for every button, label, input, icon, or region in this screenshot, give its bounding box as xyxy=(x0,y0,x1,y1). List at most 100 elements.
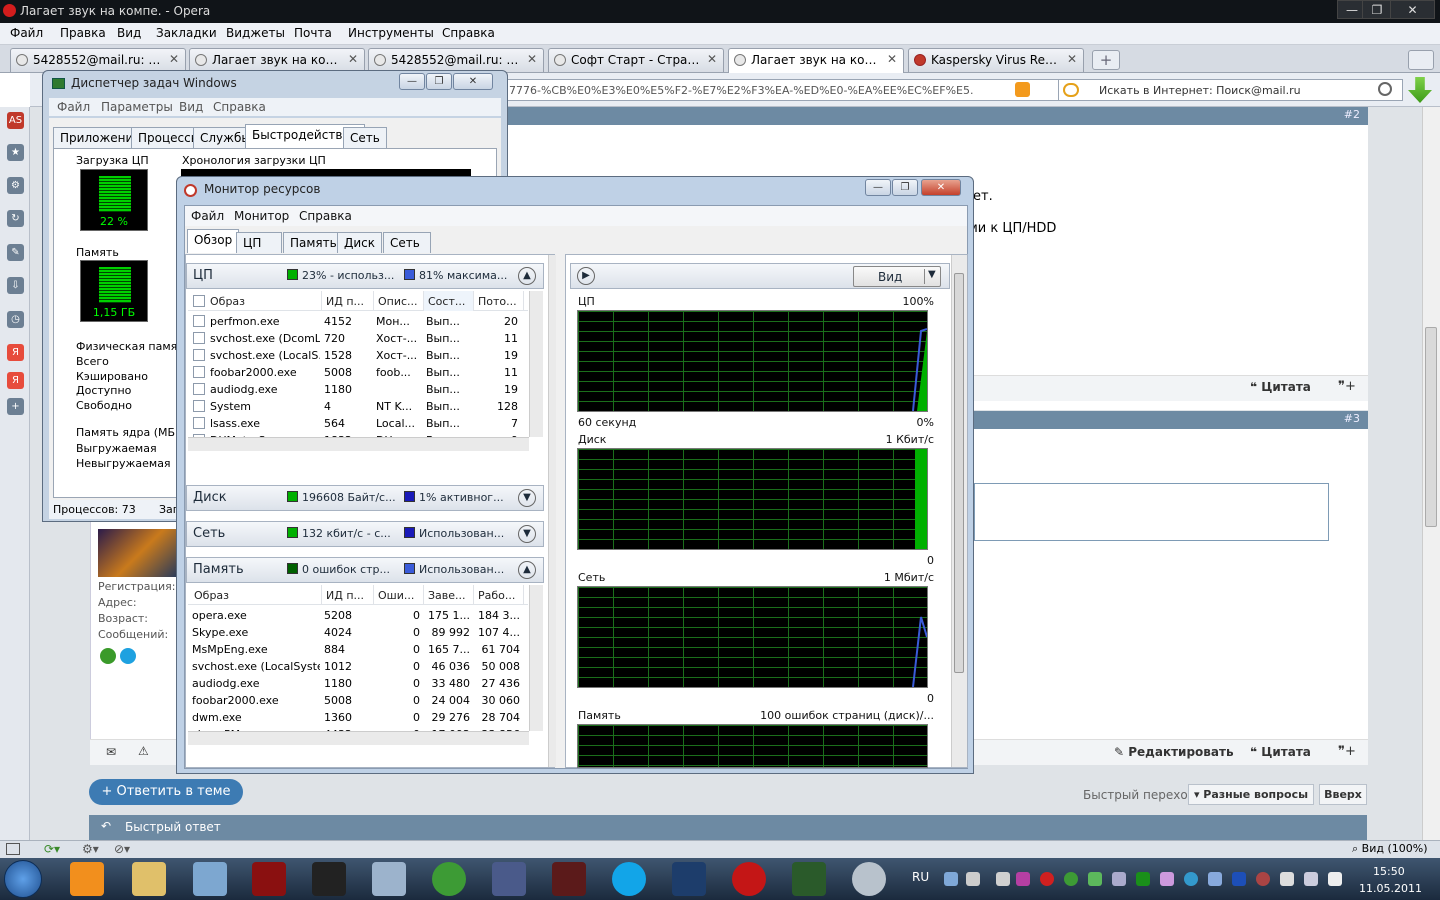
memory-process-row[interactable]: opera.exe 5208 0 175 1... 184 3... xyxy=(188,607,520,624)
taskmgr-menu-options[interactable]: Параметры xyxy=(101,100,173,114)
col-status[interactable]: Сост... xyxy=(424,291,474,311)
add-panel-icon[interactable]: + xyxy=(7,398,24,415)
tab-close-icon[interactable]: ✕ xyxy=(527,52,537,66)
action-center-icon[interactable] xyxy=(1280,872,1294,886)
quote-button[interactable]: ❝ Цитата xyxy=(1250,380,1311,394)
opera-tray-icon[interactable] xyxy=(1040,872,1054,886)
address-input[interactable]: 7776-%CB%E0%E3%E0%E5%F2-%E7%E2%F3%EA-%ED… xyxy=(504,79,1074,101)
resmon-tab-cpu[interactable]: ЦП xyxy=(236,232,282,253)
kmplayer-icon[interactable] xyxy=(672,862,706,896)
skype-icon[interactable] xyxy=(120,648,136,664)
cpu-process-row[interactable]: svchost.exe (LocalS... 1528 Хост-... Вып...… xyxy=(188,347,518,364)
process-checkbox[interactable] xyxy=(193,332,205,344)
icq-icon[interactable] xyxy=(100,648,116,664)
cpu-table-vscroll[interactable] xyxy=(529,291,543,437)
asio-app-icon[interactable] xyxy=(552,862,586,896)
up-button[interactable]: Вверх xyxy=(1319,784,1367,805)
resmon-taskbar-icon[interactable] xyxy=(852,862,886,896)
notes-panel-icon[interactable]: ✎ xyxy=(7,244,24,261)
widgets-panel-icon[interactable]: ⚙ xyxy=(7,177,24,194)
meter-tray-icon[interactable] xyxy=(1136,872,1150,886)
close-button[interactable]: ✕ xyxy=(1390,0,1435,19)
resmon-menu-monitor[interactable]: Монитор xyxy=(234,209,289,223)
rss-icon[interactable] xyxy=(1015,82,1030,97)
resmon-menu-file[interactable]: Файл xyxy=(191,209,224,223)
expand-chevron-icon[interactable]: ▼ xyxy=(518,525,536,543)
volume-icon[interactable] xyxy=(1328,872,1342,886)
resmon-tab-overview[interactable]: Обзор xyxy=(187,229,240,253)
turbo-icon[interactable]: ⚙▾ xyxy=(82,842,99,856)
taskmgr-menu-view[interactable]: Вид xyxy=(179,100,203,114)
tray-icon-14[interactable] xyxy=(1256,872,1270,886)
col-image[interactable]: Образ xyxy=(206,291,322,311)
col-description[interactable]: Опис... xyxy=(374,291,424,311)
view-dropdown[interactable]: Вид ▼ xyxy=(853,266,941,287)
clock-date[interactable]: 11.05.2011 xyxy=(1359,882,1422,895)
cpu-process-row[interactable]: foobar2000.exe 5008 foob... Вып... 11 xyxy=(188,364,518,381)
skype-taskbar-icon[interactable] xyxy=(612,862,646,896)
resmon-close-button[interactable]: ✕ xyxy=(921,179,961,196)
menu-help[interactable]: Справка xyxy=(442,26,495,40)
quick-jump-select[interactable]: ▾ Разные вопросы xyxy=(1188,784,1314,805)
expand-chevron-icon[interactable]: ▼ xyxy=(518,489,536,507)
menu-view[interactable]: Вид xyxy=(117,26,141,40)
resmon-tab-memory[interactable]: Память xyxy=(283,232,344,253)
menu-tools[interactable]: Инструменты xyxy=(348,26,434,40)
process-checkbox[interactable] xyxy=(193,315,205,327)
search-engine-icon[interactable] xyxy=(1063,83,1079,97)
resmon-menu-help[interactable]: Справка xyxy=(299,209,352,223)
col-threads[interactable]: Пото... xyxy=(474,291,524,311)
yandex-panel-icon-2[interactable]: Я xyxy=(7,372,24,389)
tab-close-icon[interactable]: ✕ xyxy=(887,52,897,66)
app-tray-icon[interactable] xyxy=(996,872,1010,886)
process-checkbox[interactable] xyxy=(193,366,205,378)
tab-close-icon[interactable]: ✕ xyxy=(707,52,717,66)
memory-table-vscroll[interactable] xyxy=(529,585,543,731)
col-pid[interactable]: ИД п... xyxy=(322,291,374,311)
tray-icon-11[interactable] xyxy=(1184,872,1198,886)
sync-icon[interactable]: ⟳▾ xyxy=(44,842,60,856)
memory-process-row[interactable]: svchost.exe (LocalSyste... 1012 0 46 036 50 … xyxy=(188,658,520,675)
pm-icon[interactable]: ✉ xyxy=(106,745,116,759)
network-status-icon[interactable] xyxy=(1304,872,1318,886)
cpu-table-hscroll[interactable] xyxy=(188,437,529,451)
tab-list-button[interactable] xyxy=(1408,50,1434,70)
left-pane-vscroll[interactable] xyxy=(548,255,556,767)
multiquote-icon[interactable]: ❞+ xyxy=(1338,379,1356,394)
process-checkbox[interactable] xyxy=(193,383,205,395)
taskmgr-close-button[interactable]: ✕ xyxy=(453,73,493,90)
folder-icon[interactable] xyxy=(193,862,227,896)
utorrent-icon[interactable] xyxy=(432,862,466,896)
search-go-icon[interactable] xyxy=(1378,82,1392,96)
calculator-icon[interactable] xyxy=(372,862,406,896)
tab-kaspersky[interactable]: Kaspersky Virus Remov... ✕ xyxy=(908,48,1084,72)
memory-process-row[interactable]: foobar2000.exe 5008 0 24 004 30 060 xyxy=(188,692,520,709)
tab-forum-active[interactable]: Лагает звук на компе. ✕ xyxy=(728,48,904,74)
memory-process-row[interactable]: dwm.exe 1360 0 29 276 28 704 xyxy=(188,709,520,726)
alien-app-icon[interactable] xyxy=(312,862,346,896)
mem-col-faults[interactable]: Оши... xyxy=(374,585,424,605)
resmon-maximize-button[interactable]: ❐ xyxy=(892,179,918,196)
media-player-icon[interactable] xyxy=(70,862,104,896)
kaspersky-panel-icon[interactable]: AS xyxy=(7,112,24,129)
network-tray-icon[interactable] xyxy=(944,872,958,886)
resmon-tab-network[interactable]: Сеть xyxy=(383,232,431,253)
cpu-process-row[interactable]: System 4 NT K... Вып... 128 xyxy=(188,398,518,415)
disk-section-header[interactable]: Диск 196608 Байт/с... 1% активног... ▼ xyxy=(186,485,544,511)
menu-mail[interactable]: Почта xyxy=(294,26,332,40)
cpu-process-row[interactable]: lsass.exe 564 Local... Вып... 7 xyxy=(188,415,518,432)
zoom-control[interactable]: ⌕ Вид (100%) xyxy=(1352,842,1428,856)
report-icon[interactable]: ⚠ xyxy=(138,744,149,758)
downloads-panel-icon[interactable]: ⇩ xyxy=(7,277,24,294)
memory-process-row[interactable]: audiodg.exe 1180 0 33 480 27 436 xyxy=(188,675,520,692)
memory-table-hscroll[interactable] xyxy=(188,731,529,745)
expand-right-icon[interactable]: ▶ xyxy=(577,267,595,285)
process-checkbox[interactable] xyxy=(193,349,205,361)
right-pane-vscroll[interactable] xyxy=(951,255,967,767)
multiquote-icon-2[interactable]: ❞+ xyxy=(1338,744,1356,759)
tab-close-icon[interactable]: ✕ xyxy=(169,52,179,66)
panel-toggle-icon[interactable] xyxy=(6,843,20,855)
menu-file[interactable]: Файл xyxy=(10,26,43,40)
taskmgr-menu-file[interactable]: Файл xyxy=(57,100,90,114)
history-panel-icon[interactable]: ◷ xyxy=(7,311,24,328)
